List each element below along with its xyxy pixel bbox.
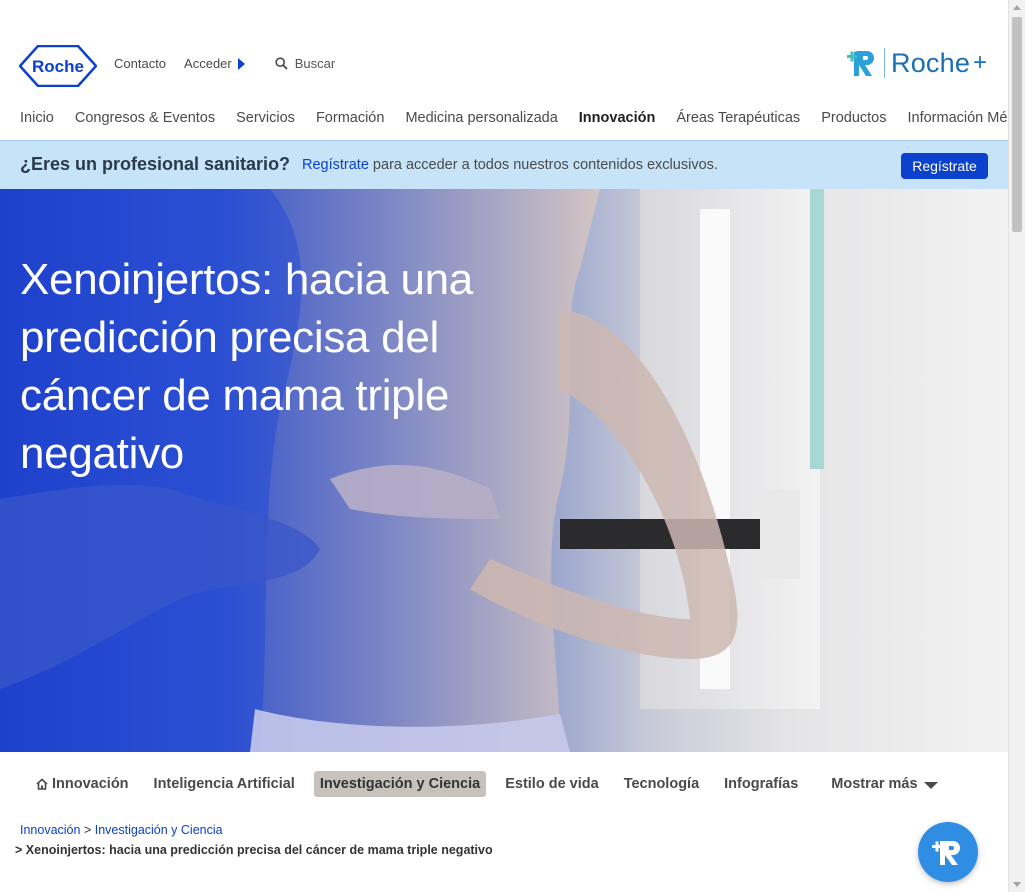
nav-item-congresos[interactable]: Congresos & Eventos <box>75 110 215 126</box>
breadcrumb-current-separator: > <box>15 843 23 857</box>
nav-item-innovacion[interactable]: Innovación <box>579 110 656 126</box>
chatbot-button[interactable] <box>918 822 978 882</box>
login-link[interactable]: Acceder <box>184 56 245 71</box>
nav-item-servicios[interactable]: Servicios <box>236 110 295 126</box>
breadcrumb-item-investigacion[interactable]: Investigación y Ciencia <box>95 823 223 837</box>
search-box[interactable] <box>275 56 415 71</box>
register-button[interactable]: Regístrate <box>901 153 988 179</box>
roche-plus-logo[interactable]: Roche + <box>846 47 987 79</box>
page-scrollbar[interactable] <box>1008 0 1025 892</box>
search-input[interactable] <box>294 56 415 71</box>
show-more-button[interactable]: Mostrar más <box>825 771 943 797</box>
roche-plus-text: Roche <box>891 47 971 78</box>
subnav-item-label: Innovación <box>52 776 129 792</box>
subnav-item-infografias[interactable]: Infografías <box>718 771 804 797</box>
main-nav: Inicio Congresos & Eventos Servicios For… <box>20 110 1025 126</box>
nav-item-formacion[interactable]: Formación <box>316 110 385 126</box>
home-icon <box>36 778 48 790</box>
breadcrumb-current: > Xenoinjertos: hacia una predicción pre… <box>15 843 493 857</box>
register-message: Regístrate para acceder a todos nuestros… <box>302 157 718 173</box>
breadcrumb-item-innovacion[interactable]: Innovación <box>20 823 80 837</box>
register-inline-link[interactable]: Regístrate <box>302 157 369 173</box>
subnav-item-tecnologia[interactable]: Tecnología <box>618 771 705 797</box>
nav-item-areas-terapeuticas[interactable]: Áreas Terapéuticas <box>676 110 800 126</box>
roche-logo-text: Roche <box>32 57 84 76</box>
caret-right-icon <box>237 57 245 70</box>
scroll-up-icon[interactable] <box>1013 5 1021 10</box>
register-question: ¿Eres un profesional sanitario? <box>20 154 291 174</box>
nav-item-productos[interactable]: Productos <box>821 110 886 126</box>
chevron-down-icon <box>923 781 938 789</box>
hero-banner: Xenoinjertos: hacia una predicción preci… <box>0 189 1008 752</box>
subnav-item-investigacion-ciencia[interactable]: Investigación y Ciencia <box>313 771 487 797</box>
subnav-item-innovacion[interactable]: Innovación <box>30 771 135 797</box>
nav-item-inicio[interactable]: Inicio <box>20 110 54 126</box>
login-label: Acceder <box>184 56 232 71</box>
subnav-item-inteligencia-artificial[interactable]: Inteligencia Artificial <box>148 771 301 797</box>
roche-plus-separator <box>884 48 885 78</box>
register-message-rest: para acceder a todos nuestros contenidos… <box>368 157 718 173</box>
section-subnav: Innovación Inteligencia Artificial Inves… <box>0 752 1008 814</box>
roche-plus-chat-icon <box>932 841 960 865</box>
subnav-item-estilo-de-vida[interactable]: Estilo de vida <box>499 771 604 797</box>
nav-item-medicina-personalizada[interactable]: Medicina personalizada <box>405 110 557 126</box>
register-banner: ¿Eres un profesional sanitario? Regístra… <box>0 140 1008 189</box>
site-header: Roche Contacto Acceder Roche + Inicio Co… <box>0 0 1025 140</box>
breadcrumb-separator: > <box>83 823 92 837</box>
show-more-label: Mostrar más <box>831 776 918 792</box>
roche-plus-r-icon <box>847 51 874 76</box>
scroll-down-icon[interactable] <box>1013 882 1021 887</box>
top-links: Contacto Acceder <box>114 56 415 71</box>
hero-title: Xenoinjertos: hacia una predicción preci… <box>20 255 473 478</box>
breadcrumb: Innovación > Investigación y Ciencia <box>20 823 223 837</box>
scroll-thumb[interactable] <box>1012 17 1022 232</box>
roche-plus-suffix: + <box>973 49 988 76</box>
search-icon <box>275 57 288 70</box>
contact-link[interactable]: Contacto <box>114 56 166 71</box>
breadcrumb-current-label: Xenoinjertos: hacia una predicción preci… <box>25 843 493 857</box>
roche-logo[interactable]: Roche <box>19 45 97 87</box>
